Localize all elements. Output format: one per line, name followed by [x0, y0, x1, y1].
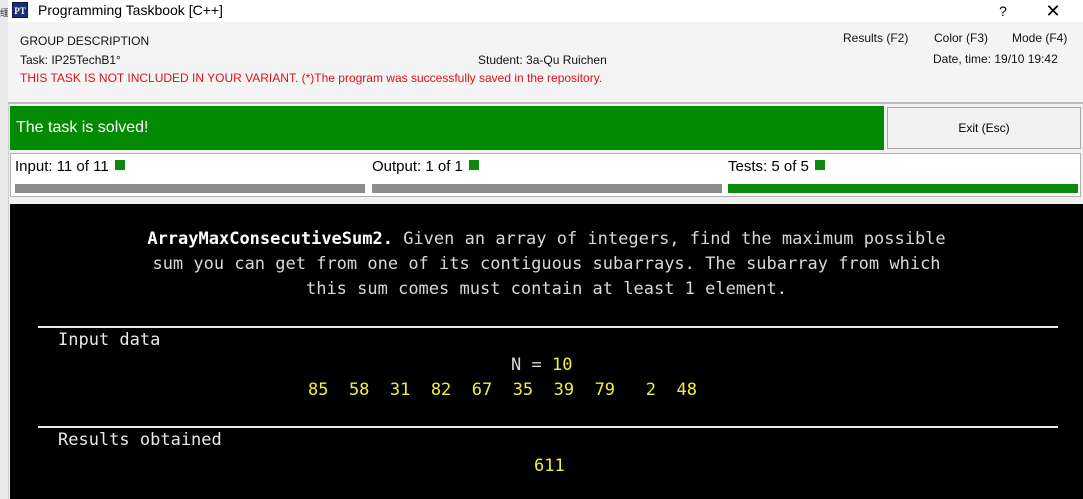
output-status-icon — [468, 160, 479, 170]
task-description-line-1: ArrayMaxConsecutiveSum2. Given an array … — [30, 229, 1063, 249]
input-data-title: Input data — [58, 330, 161, 350]
close-button[interactable]: ✕ — [1038, 0, 1068, 22]
group-description: GROUP DESCRIPTION — [20, 34, 150, 48]
input-progress-bar — [15, 184, 365, 193]
n-label: N = — [511, 355, 552, 375]
mode-menu-button[interactable]: Mode (F4) — [1012, 31, 1067, 45]
task-id: Task: IP25TechB1° — [20, 53, 121, 67]
window-title: Programming Taskbook [C++] — [38, 2, 223, 18]
task-header: GROUP DESCRIPTION Task: IP25TechB1° Stud… — [8, 22, 1083, 102]
student-name: Student: 3a-Qu Ruichen — [478, 53, 607, 67]
status-banner: The task is solved! — [10, 106, 884, 150]
results-menu-button[interactable]: Results (F2) — [843, 31, 908, 45]
title-bar: PT Programming Taskbook [C++] ? ✕ — [8, 0, 1083, 22]
tests-status-icon — [814, 160, 825, 170]
color-menu-button[interactable]: Color (F3) — [934, 31, 988, 45]
input-separator — [38, 326, 1058, 328]
variant-warning: THIS TASK IS NOT INCLUDED IN YOUR VARIAN… — [20, 71, 603, 85]
array-values: 85 58 31 82 67 35 39 79 2 48 — [308, 380, 697, 400]
output-stat: Output: 1 of 1 — [372, 158, 479, 175]
output-count: Output: 1 of 1 — [372, 158, 463, 175]
tests-count: Tests: 5 of 5 — [728, 158, 809, 175]
app-logo-icon: PT — [12, 2, 28, 18]
task-panel: ArrayMaxConsecutiveSum2. Given an array … — [10, 204, 1083, 499]
results-title: Results obtained — [58, 430, 222, 450]
input-stat: Input: 11 of 11 — [15, 158, 125, 175]
progress-panel: Input: 11 of 11 Output: 1 of 1 Tests: 5 … — [10, 153, 1081, 197]
n-value: 10 — [551, 355, 573, 375]
task-description-line-2: sum you can get from one of its contiguo… — [152, 254, 941, 274]
help-button[interactable]: ? — [990, 0, 1016, 22]
n-value-line: N = 10 — [511, 355, 572, 375]
exit-button[interactable]: Exit (Esc) — [887, 107, 1081, 149]
input-status-icon — [114, 160, 125, 170]
task-text-1: Given an array of integers, find the max… — [392, 229, 946, 249]
input-count: Input: 11 of 11 — [15, 158, 109, 175]
results-separator — [38, 426, 1058, 428]
task-name: ArrayMaxConsecutiveSum2. — [147, 229, 393, 249]
header-divider — [8, 102, 1083, 104]
output-progress-bar — [372, 184, 722, 193]
result-value: 611 — [534, 456, 565, 476]
date-time: Date, time: 19/10 19:42 — [933, 52, 1058, 66]
tests-progress-bar — [728, 184, 1078, 193]
tests-stat: Tests: 5 of 5 — [728, 158, 825, 175]
task-description-line-3: this sum comes must contain at least 1 e… — [305, 279, 788, 299]
